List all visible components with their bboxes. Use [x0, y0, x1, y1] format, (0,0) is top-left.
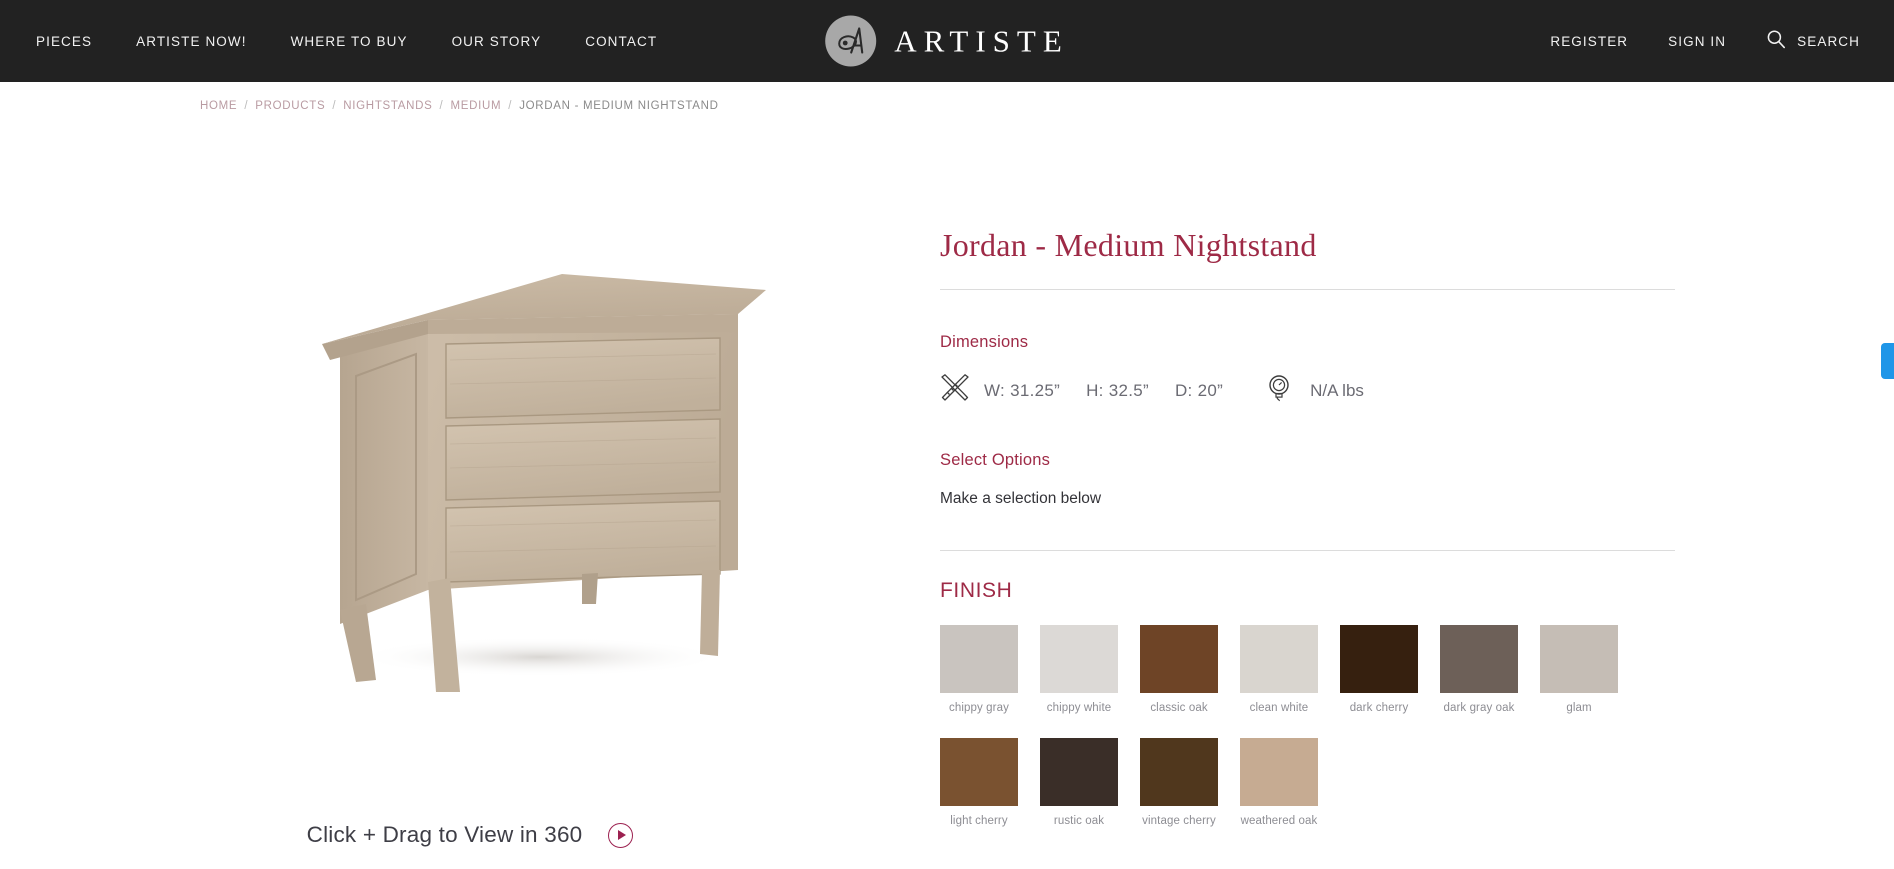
- finish-swatch-grid: chippy gray chippy white classic oak cle…: [940, 625, 1700, 827]
- swatch-label: rustic oak: [1053, 815, 1105, 827]
- nav-item-where-to-buy[interactable]: WHERE TO BUY: [291, 34, 408, 49]
- feedback-tab[interactable]: [1881, 343, 1894, 379]
- selection-helper-text: Make a selection below: [940, 490, 1102, 507]
- breadcrumb-item-products[interactable]: PRODUCTS: [255, 100, 325, 112]
- dimension-width: W: 31.25”: [984, 380, 1061, 400]
- options-divider: [940, 550, 1675, 551]
- brand-wordmark: ARTISTE: [894, 23, 1069, 58]
- nav-item-artiste-now[interactable]: ARTISTE NOW!: [136, 34, 246, 49]
- search-icon: [1766, 29, 1786, 54]
- utility-nav: REGISTER SIGN IN SEARCH: [1550, 29, 1860, 54]
- finish-swatch-dark-gray-oak[interactable]: dark gray oak: [1440, 625, 1524, 714]
- swatch-chip: [1140, 738, 1218, 806]
- swatch-label: weathered oak: [1240, 815, 1318, 827]
- finish-swatch-dark-cherry[interactable]: dark cherry: [1340, 625, 1424, 714]
- play-circle-icon[interactable]: [608, 822, 634, 848]
- breadcrumb-item-current: JORDAN - MEDIUM NIGHTSTAND: [519, 100, 719, 112]
- weight-scale-icon: [1267, 374, 1291, 407]
- site-logo[interactable]: ARTISTE: [825, 15, 1069, 67]
- page-main: Click + Drag to View in 360 Jordan - Med…: [0, 112, 1894, 869]
- search-label: SEARCH: [1797, 33, 1860, 49]
- swatch-chip: [1540, 625, 1618, 693]
- swatch-label: chippy gray: [949, 702, 1009, 714]
- viewer-caption: Click + Drag to View in 360: [0, 822, 940, 848]
- swatch-chip: [1040, 738, 1118, 806]
- signin-link[interactable]: SIGN IN: [1668, 34, 1726, 49]
- play-triangle: [618, 830, 627, 840]
- breadcrumb: HOME / PRODUCTS / NIGHTSTANDS / MEDIUM /…: [0, 82, 1894, 112]
- ruler-pencil-icon: [940, 373, 970, 408]
- swatch-label: dark cherry: [1349, 702, 1409, 714]
- search-button[interactable]: SEARCH: [1766, 29, 1860, 54]
- swatch-chip: [1340, 625, 1418, 693]
- product-viewer-pane: Click + Drag to View in 360: [0, 112, 940, 869]
- swatch-label: chippy white: [1046, 702, 1112, 714]
- swatch-label: light cherry: [950, 815, 1008, 827]
- nav-item-pieces[interactable]: PIECES: [36, 34, 92, 49]
- swatch-chip: [1140, 625, 1218, 693]
- site-header: PIECES ARTISTE NOW! WHERE TO BUY OUR STO…: [0, 0, 1894, 82]
- swatch-chip: [940, 625, 1018, 693]
- title-divider: [940, 289, 1675, 290]
- swatch-label: clean white: [1249, 702, 1309, 714]
- register-link[interactable]: REGISTER: [1550, 34, 1628, 49]
- weight-value: N/A lbs: [1310, 380, 1364, 400]
- nav-item-our-story[interactable]: OUR STORY: [452, 34, 542, 49]
- finish-swatch-rustic-oak[interactable]: rustic oak: [1040, 738, 1124, 827]
- product-360-viewer[interactable]: [300, 252, 770, 692]
- swatch-chip: [1240, 625, 1318, 693]
- swatch-chip: [1240, 738, 1318, 806]
- swatch-chip: [940, 738, 1018, 806]
- finish-heading: FINISH: [940, 579, 1013, 602]
- artiste-monogram-icon: [825, 15, 877, 67]
- breadcrumb-separator: /: [508, 100, 513, 112]
- dimension-height: H: 32.5”: [1086, 380, 1149, 400]
- breadcrumb-item-medium[interactable]: MEDIUM: [450, 100, 501, 112]
- breadcrumb-separator: /: [244, 100, 249, 112]
- finish-swatch-light-cherry[interactable]: light cherry: [940, 738, 1024, 827]
- dimension-values: W: 31.25” H: 32.5” D: 20”: [984, 381, 1223, 401]
- swatch-label: classic oak: [1150, 702, 1208, 714]
- finish-swatch-chippy-white[interactable]: chippy white: [1040, 625, 1124, 714]
- finish-swatch-vintage-cherry[interactable]: vintage cherry: [1140, 738, 1224, 827]
- swatch-label: vintage cherry: [1142, 815, 1216, 827]
- breadcrumb-separator: /: [439, 100, 444, 112]
- swatch-label: glam: [1566, 702, 1592, 714]
- finish-swatch-chippy-gray[interactable]: chippy gray: [940, 625, 1024, 714]
- breadcrumb-separator: /: [332, 100, 337, 112]
- swatch-chip: [1440, 625, 1518, 693]
- viewer-caption-text: Click + Drag to View in 360: [306, 822, 583, 847]
- swatch-chip: [1040, 625, 1118, 693]
- swatch-label: dark gray oak: [1443, 702, 1515, 714]
- primary-nav: PIECES ARTISTE NOW! WHERE TO BUY OUR STO…: [36, 34, 657, 49]
- weight-group: N/A lbs: [1267, 374, 1364, 407]
- finish-swatch-weathered-oak[interactable]: weathered oak: [1240, 738, 1324, 827]
- dimensions-row: W: 31.25” H: 32.5” D: 20” N/A lbs: [940, 373, 1700, 408]
- product-details-pane: Jordan - Medium Nightstand Dimensions W:…: [940, 112, 1700, 869]
- page-title: Jordan - Medium Nightstand: [940, 227, 1317, 263]
- nav-item-contact[interactable]: CONTACT: [585, 34, 657, 49]
- dimensions-heading: Dimensions: [940, 333, 1029, 351]
- breadcrumb-item-nightstands[interactable]: NIGHTSTANDS: [343, 100, 432, 112]
- finish-swatch-clean-white[interactable]: clean white: [1240, 625, 1324, 714]
- dimension-depth: D: 20”: [1174, 380, 1224, 400]
- select-options-heading: Select Options: [940, 451, 1051, 469]
- breadcrumb-item-home[interactable]: HOME: [200, 100, 237, 112]
- finish-swatch-glam[interactable]: glam: [1540, 625, 1624, 714]
- finish-swatch-classic-oak[interactable]: classic oak: [1140, 625, 1224, 714]
